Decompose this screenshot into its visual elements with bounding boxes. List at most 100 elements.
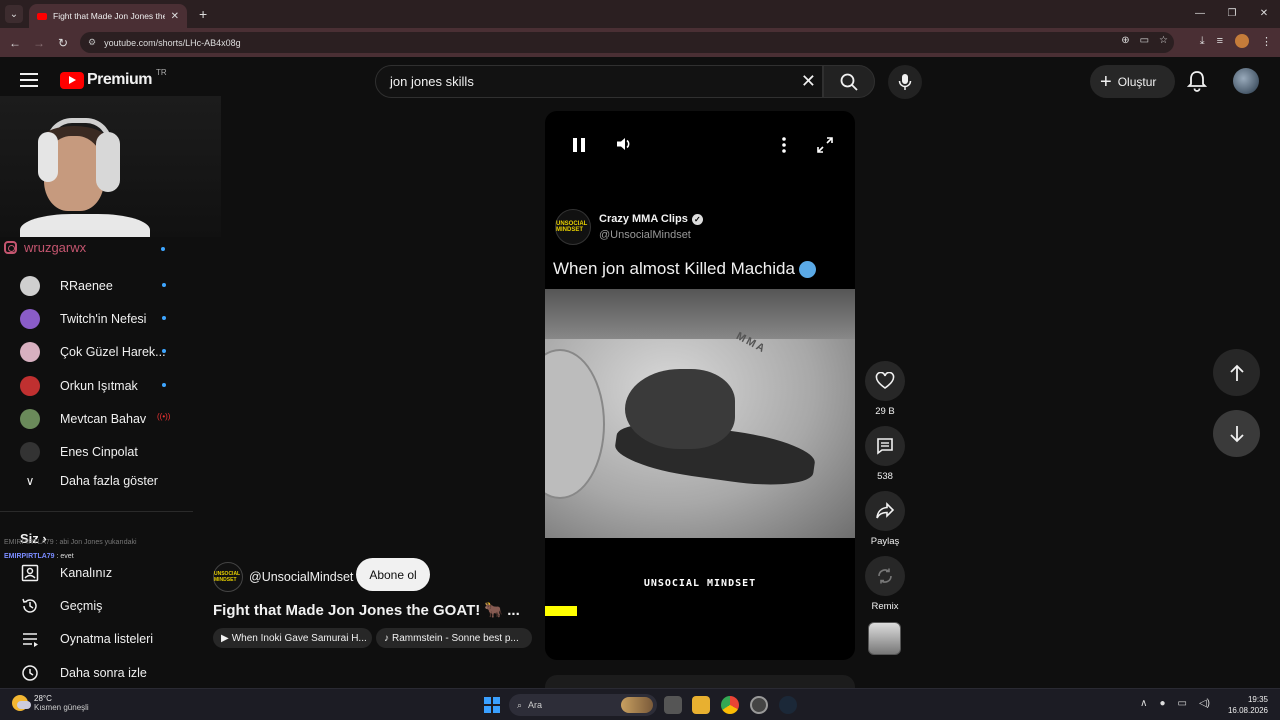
sidebar-item-history[interactable]: Geçmiş bbox=[20, 589, 102, 622]
previous-short-button[interactable] bbox=[1213, 349, 1260, 396]
video-frame: MMA bbox=[545, 289, 855, 538]
tab-close-icon[interactable]: ✕ bbox=[171, 11, 179, 22]
sidebar-item-watch-later[interactable]: Daha sonra izle bbox=[20, 656, 147, 689]
notifications-bell-icon[interactable] bbox=[1186, 70, 1208, 97]
app-icon[interactable] bbox=[750, 696, 768, 714]
voice-search-button[interactable] bbox=[888, 65, 922, 99]
reload-button[interactable]: ↻ bbox=[51, 36, 75, 50]
comment-count: 538 bbox=[877, 471, 893, 482]
related-video-chip[interactable]: ▶ When Inoki Gave Samurai H... bbox=[213, 628, 372, 648]
subscribe-button[interactable]: Abone ol bbox=[356, 558, 430, 591]
back-button[interactable]: ← bbox=[3, 36, 27, 50]
channel-logo: UNSOCIAL MINDSET bbox=[555, 209, 591, 245]
comment-icon bbox=[877, 438, 893, 455]
site-info-icon[interactable]: ⚙ bbox=[88, 37, 96, 48]
microphone-icon[interactable]: ● bbox=[1159, 698, 1165, 709]
windows-start-icon[interactable] bbox=[484, 697, 500, 713]
sidebar-item-playlists[interactable]: Oynatma listeleri bbox=[20, 622, 153, 655]
forward-button[interactable]: → bbox=[27, 36, 51, 50]
tab-search-button[interactable]: ⌄ bbox=[5, 5, 23, 23]
like-button[interactable]: 29 B bbox=[865, 361, 905, 417]
sidebar-subscription-rraenee[interactable]: RRaenee bbox=[20, 269, 195, 302]
next-short-button[interactable] bbox=[1213, 410, 1260, 457]
speaker-icon[interactable]: ◁) bbox=[1199, 698, 1210, 709]
new-content-dot bbox=[162, 283, 166, 287]
sidebar-item-label: Geçmiş bbox=[60, 598, 103, 613]
video-progress-bar[interactable] bbox=[545, 606, 577, 616]
file-explorer-icon[interactable] bbox=[692, 696, 710, 714]
sidebar-subscription-cok-guzel[interactable]: Çok Güzel Harek... bbox=[20, 335, 195, 368]
play-icon: ▶ bbox=[221, 632, 229, 644]
youtube-logo-icon bbox=[60, 71, 84, 89]
url-text: youtube.com/shorts/LHc-AB4x08g bbox=[104, 37, 241, 48]
webcam-overlay bbox=[0, 96, 221, 237]
volume-icon[interactable] bbox=[615, 135, 633, 158]
zoom-icon[interactable]: ⊕ bbox=[1121, 35, 1129, 46]
pause-icon[interactable] bbox=[573, 138, 585, 152]
reading-list-icon[interactable]: ≡ bbox=[1217, 35, 1223, 47]
subscription-label: Twitch'in Nefesi bbox=[60, 311, 147, 326]
sidebar-subscription-twitchin-nefesi[interactable]: Twitch'in Nefesi bbox=[20, 302, 195, 335]
taskbar-search-placeholder: Ara bbox=[528, 700, 543, 710]
network-icon[interactable]: ▭ bbox=[1178, 698, 1187, 709]
browser-toolbar: ← → ↻ ⚙ youtube.com/shorts/LHc-AB4x08g ⊕… bbox=[0, 28, 1280, 57]
search-icon: ⌕ bbox=[517, 699, 523, 710]
restore-button[interactable]: ❐ bbox=[1216, 0, 1248, 28]
partly-sunny-icon bbox=[12, 695, 31, 711]
remix-icon bbox=[878, 568, 892, 584]
subscription-label: Çok Güzel Harek... bbox=[60, 344, 166, 359]
search-input[interactable]: jon jones skills ✕ bbox=[375, 65, 823, 98]
comments-button[interactable]: 538 bbox=[865, 426, 905, 482]
browser-menu-icon[interactable]: ⋮ bbox=[1261, 35, 1272, 48]
short-title[interactable]: Fight that Made Jon Jones the GOAT! 🐂 ..… bbox=[213, 601, 533, 619]
short-channel-handle: @UnsocialMindset bbox=[249, 570, 354, 584]
profile-icon[interactable] bbox=[1235, 34, 1249, 48]
chrome-icon[interactable] bbox=[721, 696, 739, 714]
new-tab-button[interactable]: + bbox=[199, 6, 207, 22]
short-channel-link[interactable]: UNSOCIAL MINDSET @UnsocialMindset bbox=[213, 562, 353, 592]
weather-widget[interactable]: 28°C Kısmen güneşli bbox=[12, 694, 89, 712]
task-view-icon[interactable] bbox=[664, 696, 682, 714]
bookmark-star-icon[interactable]: ☆ bbox=[1159, 35, 1168, 46]
fullscreen-icon[interactable] bbox=[816, 136, 834, 159]
browser-tab[interactable]: Fight that Made Jon Jones the ✕ bbox=[29, 4, 187, 28]
microphone-icon bbox=[898, 74, 912, 90]
cast-icon[interactable]: ▭ bbox=[1140, 35, 1149, 46]
share-button[interactable]: Paylaş bbox=[865, 491, 905, 547]
shorts-player[interactable]: UNSOCIAL MINDSET Crazy MMA Clips ✓ @Unsoc… bbox=[545, 111, 855, 660]
minimize-button[interactable]: — bbox=[1184, 0, 1216, 28]
music-chip[interactable]: ♪ Rammstein - Sonne best p... bbox=[376, 628, 532, 648]
chevron-up-icon[interactable]: ∧ bbox=[1140, 698, 1147, 709]
channel-avatar bbox=[20, 341, 40, 362]
audio-thumbnail[interactable] bbox=[868, 622, 901, 655]
taskbar-search[interactable]: ⌕ Ara bbox=[509, 694, 657, 716]
clear-search-icon[interactable]: ✕ bbox=[801, 71, 816, 92]
share-icon bbox=[876, 502, 895, 519]
download-icon[interactable]: ⤓ bbox=[1200, 35, 1205, 48]
region-code: TR bbox=[155, 67, 167, 77]
sidebar-subscription-enes-cinpolat[interactable]: Enes Cinpolat bbox=[20, 435, 195, 468]
subscription-label: Enes Cinpolat bbox=[60, 444, 138, 459]
sidebar-item-label: Daha sonra izle bbox=[60, 665, 147, 680]
more-options-icon[interactable] bbox=[781, 136, 787, 159]
create-button[interactable]: + Oluştur bbox=[1090, 65, 1175, 98]
steam-icon[interactable] bbox=[779, 696, 797, 714]
verified-icon: ✓ bbox=[691, 214, 703, 225]
show-more-button[interactable]: ∨ Daha fazla göster bbox=[20, 474, 158, 488]
history-icon bbox=[20, 597, 40, 615]
chevron-down-icon: ∨ bbox=[25, 474, 35, 488]
sidebar-subscription-mevtcan-bahav[interactable]: Mevtcan Bahav ((•)) bbox=[20, 402, 195, 435]
tab-title: Fight that Made Jon Jones the bbox=[53, 11, 165, 21]
youtube-premium-logo[interactable]: Premium TR bbox=[60, 67, 167, 89]
remix-button[interactable]: Remix bbox=[865, 556, 905, 612]
channel-avatar bbox=[20, 308, 40, 329]
sidebar-item-your-channel[interactable]: Kanalınız bbox=[20, 556, 112, 589]
playlist-icon bbox=[20, 630, 40, 648]
sidebar-subscription-orkun-isitmak[interactable]: Orkun Işıtmak bbox=[20, 369, 195, 402]
menu-icon[interactable] bbox=[20, 73, 38, 87]
account-avatar[interactable] bbox=[1233, 68, 1259, 94]
close-window-button[interactable]: ✕ bbox=[1248, 0, 1280, 28]
address-bar[interactable]: ⚙ youtube.com/shorts/LHc-AB4x08g ⊕ ▭ ☆ bbox=[80, 32, 1174, 53]
search-button[interactable] bbox=[823, 65, 875, 98]
system-clock[interactable]: 19:35 16.08.2026 bbox=[1228, 694, 1268, 716]
